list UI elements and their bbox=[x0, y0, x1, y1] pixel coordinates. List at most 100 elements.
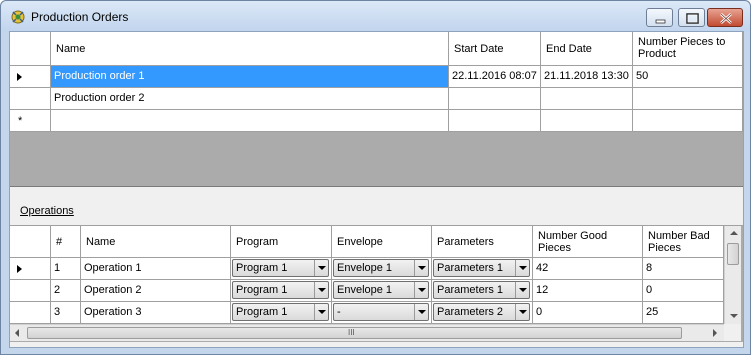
operations-vertical-scrollbar[interactable] bbox=[724, 226, 741, 324]
orders-row-header-2[interactable] bbox=[10, 88, 51, 110]
orders-header-pieces[interactable]: Number Pieces to Product bbox=[633, 32, 743, 66]
close-button[interactable] bbox=[707, 8, 743, 27]
parameters-dropdown-1[interactable]: Parameters 1 bbox=[433, 259, 530, 277]
operations-cell-program-1: Program 1 bbox=[231, 258, 332, 280]
operations-header-number[interactable]: # bbox=[51, 226, 81, 258]
new-row-marker: * bbox=[18, 115, 23, 127]
orders-cell-pieces-2[interactable] bbox=[633, 88, 743, 110]
parameters-dropdown-value: Parameters 1 bbox=[437, 284, 504, 296]
operations-row-header-1[interactable] bbox=[10, 258, 51, 280]
envelope-dropdown-value: - bbox=[337, 306, 341, 318]
orders-cell-start-2[interactable] bbox=[449, 88, 541, 110]
horizontal-scroll-thumb[interactable]: III bbox=[27, 327, 682, 339]
operations-row-header-3[interactable] bbox=[10, 302, 51, 324]
operations-header-good-pieces[interactable]: Number Good Pieces bbox=[533, 226, 643, 258]
operations-cell-envelope-2: Envelope 1 bbox=[332, 280, 432, 302]
program-dropdown-value: Program 1 bbox=[236, 284, 288, 296]
operations-cell-name-2[interactable]: Operation 2 bbox=[81, 280, 231, 302]
operations-header-program[interactable]: Program bbox=[231, 226, 332, 258]
orders-header-name[interactable]: Name bbox=[51, 32, 449, 66]
parameters-dropdown-2[interactable]: Parameters 1 bbox=[433, 281, 530, 299]
orders-cell-name-2[interactable]: Production order 2 bbox=[51, 88, 449, 110]
chevron-down-icon bbox=[314, 304, 328, 320]
operations-cell-bad-2[interactable]: 0 bbox=[643, 280, 724, 302]
envelope-dropdown-2[interactable]: Envelope 1 bbox=[333, 281, 429, 299]
orders-new-cell-pieces[interactable] bbox=[633, 110, 743, 132]
operations-grid: # Name Program Envelope Parameters Numbe… bbox=[10, 225, 743, 342]
operations-cell-name-3[interactable]: Operation 3 bbox=[81, 302, 231, 324]
operations-cell-good-3[interactable]: 0 bbox=[533, 302, 643, 324]
app-icon bbox=[11, 10, 25, 24]
operations-cell-good-1[interactable]: 42 bbox=[533, 258, 643, 280]
envelope-dropdown-value: Envelope 1 bbox=[337, 284, 393, 296]
operations-cell-parameters-2: Parameters 1 bbox=[432, 280, 533, 302]
current-row-arrow-icon bbox=[17, 73, 22, 81]
chevron-down-icon bbox=[414, 260, 428, 276]
scroll-down-icon[interactable] bbox=[730, 314, 738, 318]
scroll-grip: III bbox=[348, 328, 355, 337]
orders-header-start-date[interactable]: Start Date bbox=[449, 32, 541, 66]
operations-cell-envelope-1: Envelope 1 bbox=[332, 258, 432, 280]
production-orders-window: Production Orders Name Start Date End Da… bbox=[0, 0, 751, 355]
client-area: Name Start Date End Date Number Pieces t… bbox=[9, 31, 744, 348]
operations-cell-bad-1[interactable]: 8 bbox=[643, 258, 724, 280]
parameters-dropdown-value: Parameters 1 bbox=[437, 262, 504, 274]
orders-new-cell-name[interactable] bbox=[51, 110, 449, 132]
orders-cell-name-1[interactable]: Production order 1 bbox=[51, 66, 449, 88]
panel-splitter[interactable] bbox=[10, 187, 743, 192]
current-row-arrow-icon bbox=[17, 265, 22, 273]
program-dropdown-value: Program 1 bbox=[236, 262, 288, 274]
operations-cell-envelope-3: - bbox=[332, 302, 432, 324]
operations-row-header-2[interactable] bbox=[10, 280, 51, 302]
operations-cell-number-3[interactable]: 3 bbox=[51, 302, 81, 324]
operations-cell-bad-3[interactable]: 25 bbox=[643, 302, 724, 324]
envelope-dropdown-1[interactable]: Envelope 1 bbox=[333, 259, 429, 277]
operations-cell-number-1[interactable]: 1 bbox=[51, 258, 81, 280]
orders-new-cell-start[interactable] bbox=[449, 110, 541, 132]
parameters-dropdown-3[interactable]: Parameters 2 bbox=[433, 303, 530, 321]
vertical-scroll-thumb[interactable] bbox=[727, 243, 739, 265]
operations-header-envelope[interactable]: Envelope bbox=[332, 226, 432, 258]
orders-row-header-1[interactable] bbox=[10, 66, 51, 88]
maximize-icon bbox=[686, 13, 699, 24]
operations-cell-good-2[interactable]: 12 bbox=[533, 280, 643, 302]
scroll-left-icon[interactable] bbox=[15, 329, 19, 337]
orders-new-cell-end[interactable] bbox=[541, 110, 633, 132]
program-dropdown-2[interactable]: Program 1 bbox=[232, 281, 329, 299]
orders-cell-end-1[interactable]: 21.11.2018 13:30 bbox=[541, 66, 633, 88]
operations-corner-header bbox=[10, 226, 51, 258]
orders-cell-end-2[interactable] bbox=[541, 88, 633, 110]
chevron-down-icon bbox=[515, 282, 529, 298]
maximize-button[interactable] bbox=[678, 8, 705, 27]
window-title: Production Orders bbox=[31, 10, 129, 24]
parameters-dropdown-value: Parameters 2 bbox=[437, 306, 504, 318]
operations-cell-parameters-1: Parameters 1 bbox=[432, 258, 533, 280]
chevron-down-icon bbox=[414, 304, 428, 320]
operations-header-parameters[interactable]: Parameters bbox=[432, 226, 533, 258]
operations-label: Operations bbox=[20, 205, 74, 217]
minimize-button[interactable] bbox=[646, 8, 673, 27]
operations-header-name[interactable]: Name bbox=[81, 226, 231, 258]
orders-new-row-header[interactable]: * bbox=[10, 110, 51, 132]
program-dropdown-1[interactable]: Program 1 bbox=[232, 259, 329, 277]
scroll-up-icon[interactable] bbox=[730, 231, 738, 235]
operations-header-bad-pieces[interactable]: Number Bad Pieces bbox=[643, 226, 724, 258]
operations-cell-number-2[interactable]: 2 bbox=[51, 280, 81, 302]
orders-cell-start-1[interactable]: 22.11.2016 08:07 bbox=[449, 66, 541, 88]
program-dropdown-3[interactable]: Program 1 bbox=[232, 303, 329, 321]
title-bar[interactable]: Production Orders bbox=[1, 1, 750, 31]
orders-grid: Name Start Date End Date Number Pieces t… bbox=[10, 32, 743, 187]
operations-cell-name-1[interactable]: Operation 1 bbox=[81, 258, 231, 280]
scrollbar-corner bbox=[724, 324, 741, 341]
scroll-right-icon[interactable] bbox=[713, 329, 717, 337]
close-icon bbox=[720, 13, 732, 24]
operations-cell-parameters-3: Parameters 2 bbox=[432, 302, 533, 324]
orders-header-end-date[interactable]: End Date bbox=[541, 32, 633, 66]
chevron-down-icon bbox=[414, 282, 428, 298]
orders-corner-header bbox=[10, 32, 51, 66]
operations-cell-program-2: Program 1 bbox=[231, 280, 332, 302]
envelope-dropdown-3[interactable]: - bbox=[333, 303, 429, 321]
operations-horizontal-scrollbar[interactable]: III bbox=[10, 324, 724, 341]
orders-cell-pieces-1[interactable]: 50 bbox=[633, 66, 743, 88]
program-dropdown-value: Program 1 bbox=[236, 306, 288, 318]
